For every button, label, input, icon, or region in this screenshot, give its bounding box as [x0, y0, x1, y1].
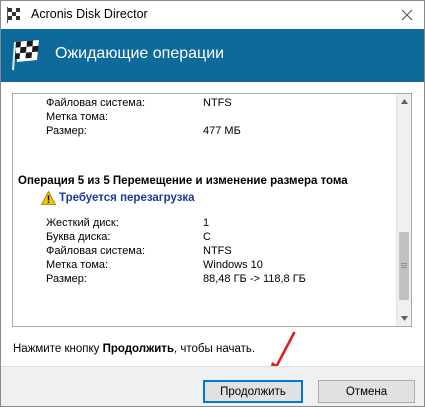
warning-text: Требуется перезагрузка	[59, 192, 195, 204]
operation-title: Операция 5 из 5 Перемещение и изменение …	[18, 175, 348, 187]
grip-line	[401, 267, 407, 268]
continue-button[interactable]: Продолжить	[203, 380, 303, 403]
chevron-up-icon	[401, 99, 408, 104]
warning-triangle-icon	[41, 191, 56, 205]
dialog-window: Acronis Disk Director Ожидающие операции…	[0, 0, 425, 407]
detail-key: Файловая система:	[46, 97, 146, 109]
window-title: Acronis Disk Director	[31, 7, 148, 21]
header-banner: Ожидающие операции	[1, 29, 424, 82]
vertical-scrollbar[interactable]	[396, 94, 411, 326]
close-icon	[401, 9, 413, 21]
detail-value: 88,48 ГБ -> 118,8 ГБ	[203, 273, 306, 285]
detail-key: Размер:	[46, 273, 87, 285]
scroll-thumb[interactable]	[399, 232, 409, 300]
hint-suffix: , чтобы начать.	[174, 343, 256, 355]
detail-value: 477 МБ	[203, 125, 241, 137]
grip-line	[401, 263, 407, 264]
title-bar: Acronis Disk Director	[1, 1, 424, 29]
scroll-up-button[interactable]	[397, 94, 411, 109]
chevron-down-icon	[401, 316, 408, 321]
page-title: Ожидающие операции	[55, 45, 225, 62]
detail-key: Размер:	[46, 125, 87, 137]
hint-prefix: Нажмите кнопку	[13, 343, 103, 355]
pending-operations-list[interactable]: Файловая система: NTFS Метка тома: Разме…	[12, 93, 412, 327]
detail-key: Файловая система:	[46, 245, 146, 257]
hint-bold: Продолжить	[102, 343, 175, 355]
detail-value: NTFS	[203, 97, 232, 109]
detail-value: Windows 10	[203, 259, 263, 271]
detail-value: 1	[203, 217, 210, 229]
checkered-flag-icon	[12, 40, 39, 71]
cancel-button[interactable]: Отмена	[318, 380, 415, 403]
instruction-text: Нажмите кнопку Продолжить, чтобы начать.	[13, 343, 255, 355]
button-bar: Продолжить Отмена	[1, 366, 424, 406]
detail-key: Жесткий диск:	[46, 217, 119, 229]
detail-key: Метка тома:	[46, 259, 109, 271]
detail-key: Буква диска:	[46, 231, 111, 243]
grip-line	[401, 265, 407, 266]
close-button[interactable]	[396, 4, 418, 26]
acronis-app-icon	[7, 7, 23, 23]
detail-value: C	[203, 231, 211, 243]
detail-key: Метка тома:	[46, 111, 109, 123]
scroll-down-button[interactable]	[397, 311, 411, 326]
detail-value: NTFS	[203, 245, 232, 257]
operations-content: Файловая система: NTFS Метка тома: Разме…	[13, 94, 397, 326]
